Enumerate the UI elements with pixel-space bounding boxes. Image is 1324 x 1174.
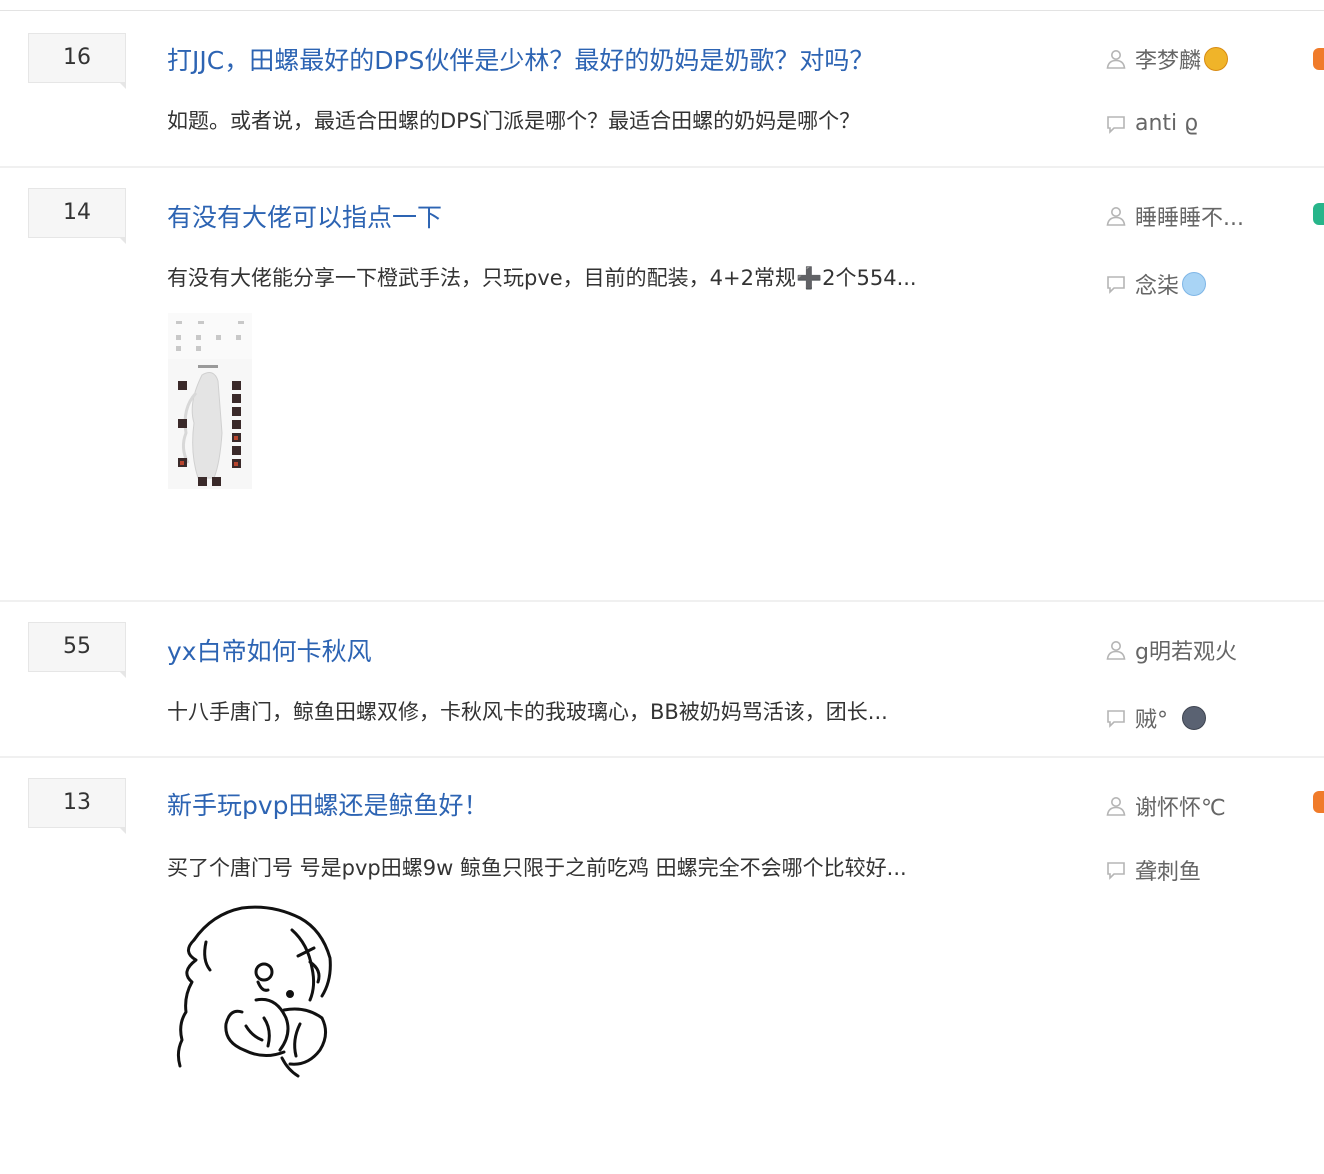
emoji-icon <box>1182 272 1207 296</box>
thread-author[interactable]: 谢怀怀℃ <box>1105 790 1226 822</box>
reply-count-badge: 16 <box>28 33 126 89</box>
thread-excerpt: 有没有大佬能分享一下橙武手法，只玩pve，目前的配装，4+2常规➕2个554..… <box>167 266 917 290</box>
thread-last-reply[interactable]: 念柒 <box>1105 268 1207 300</box>
emoji-icon <box>1182 706 1207 730</box>
thread-author[interactable]: 李梦麟 <box>1105 43 1229 75</box>
last-reply-name: 聋刺鱼 <box>1135 860 1202 885</box>
thread-excerpt: 买了个唐门号 号是pvp田螺9w 鲸鱼只限于之前吃鸡 田螺完全不会哪个比较好..… <box>167 856 907 880</box>
thread-item: 55 yx白帝如何卡秋风 十八手唐门，鲸鱼田螺双修，卡秋风卡的我玻璃心，BB被奶… <box>0 602 1324 756</box>
user-icon <box>1105 205 1127 227</box>
thread-title-link[interactable]: yx白帝如何卡秋风 <box>167 632 372 668</box>
author-name: 谢怀怀℃ <box>1135 796 1226 821</box>
last-reply-name: 贼° <box>1135 708 1169 733</box>
reply-count-badge: 14 <box>28 188 126 244</box>
post-image-sticker[interactable] <box>172 900 357 1082</box>
comment-icon <box>1105 113 1127 135</box>
reply-count-badge: 55 <box>28 622 126 678</box>
thread-title-link[interactable]: 打JJC，田螺最好的DPS伙伴是少林？最好的奶妈是奶歌？对吗？ <box>167 41 874 77</box>
user-icon <box>1105 795 1127 817</box>
user-icon <box>1105 639 1127 661</box>
user-icon <box>1105 48 1127 70</box>
last-reply-name: 念柒 <box>1135 274 1180 299</box>
last-reply-name: anti ϱ <box>1135 111 1199 136</box>
thread-title-link[interactable]: 新手玩pvp田螺还是鲸鱼好！ <box>167 786 489 822</box>
thread-last-reply[interactable]: 聋刺鱼 <box>1105 854 1201 886</box>
comment-icon <box>1105 273 1127 295</box>
thread-author[interactable]: 睡睡睡不... <box>1105 200 1244 232</box>
thread-item: 16 打JJC，田螺最好的DPS伙伴是少林？最好的奶妈是奶歌？对吗？ 如题。或者… <box>0 11 1324 166</box>
thread-last-reply[interactable]: 贼° <box>1105 702 1207 734</box>
emoji-icon <box>1204 47 1229 71</box>
author-name: 睡睡睡不... <box>1135 206 1244 231</box>
post-image-thumbnail[interactable] <box>168 313 252 489</box>
author-name: 李梦麟 <box>1135 49 1202 74</box>
thread-excerpt: 十八手唐门，鲸鱼田螺双修，卡秋风卡的我玻璃心，BB被奶妈骂活该，团长... <box>167 700 888 724</box>
thread-title-link[interactable]: 有没有大佬可以指点一下 <box>167 198 442 234</box>
thread-author[interactable]: g明若观火 <box>1105 634 1237 666</box>
comment-icon <box>1105 707 1127 729</box>
badge-icon <box>1313 203 1324 225</box>
badge-icon <box>1313 791 1324 813</box>
thread-excerpt: 如题。或者说，最适合田螺的DPS门派是哪个？最适合田螺的奶妈是哪个？ <box>167 109 861 133</box>
comment-icon <box>1105 859 1127 881</box>
badge-icon <box>1313 48 1324 70</box>
author-name: g明若观火 <box>1135 640 1237 665</box>
reply-count-badge: 13 <box>28 778 126 834</box>
thread-last-reply[interactable]: anti ϱ <box>1105 111 1198 136</box>
